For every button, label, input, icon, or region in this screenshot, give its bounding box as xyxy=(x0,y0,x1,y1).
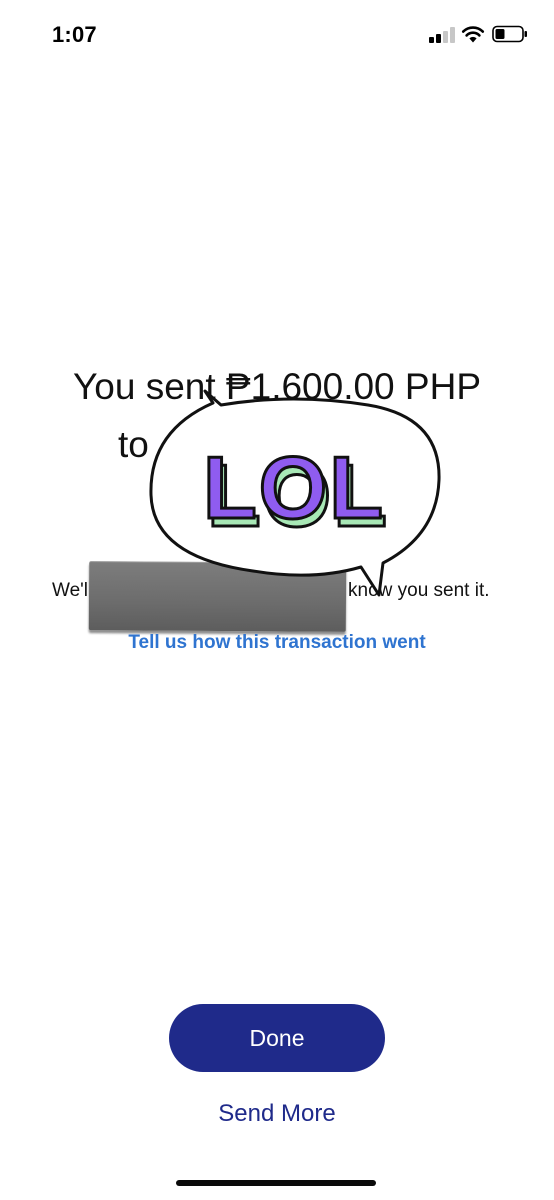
send-more-link[interactable]: Send More xyxy=(0,1100,554,1128)
lol-sticker: LOL LOL xyxy=(149,389,441,597)
wifi-icon xyxy=(461,26,485,43)
cellular-signal-icon xyxy=(429,27,455,43)
sticker-text: LOL xyxy=(203,438,385,537)
status-bar: 1:07 xyxy=(0,0,554,70)
done-button[interactable]: Done xyxy=(169,1004,385,1072)
transaction-feedback-link[interactable]: Tell us how this transaction went xyxy=(0,632,554,654)
battery-icon xyxy=(492,25,527,43)
home-indicator[interactable] xyxy=(176,1180,376,1186)
status-time: 1:07 xyxy=(52,22,97,47)
notification-text-start: We'l xyxy=(52,580,89,601)
